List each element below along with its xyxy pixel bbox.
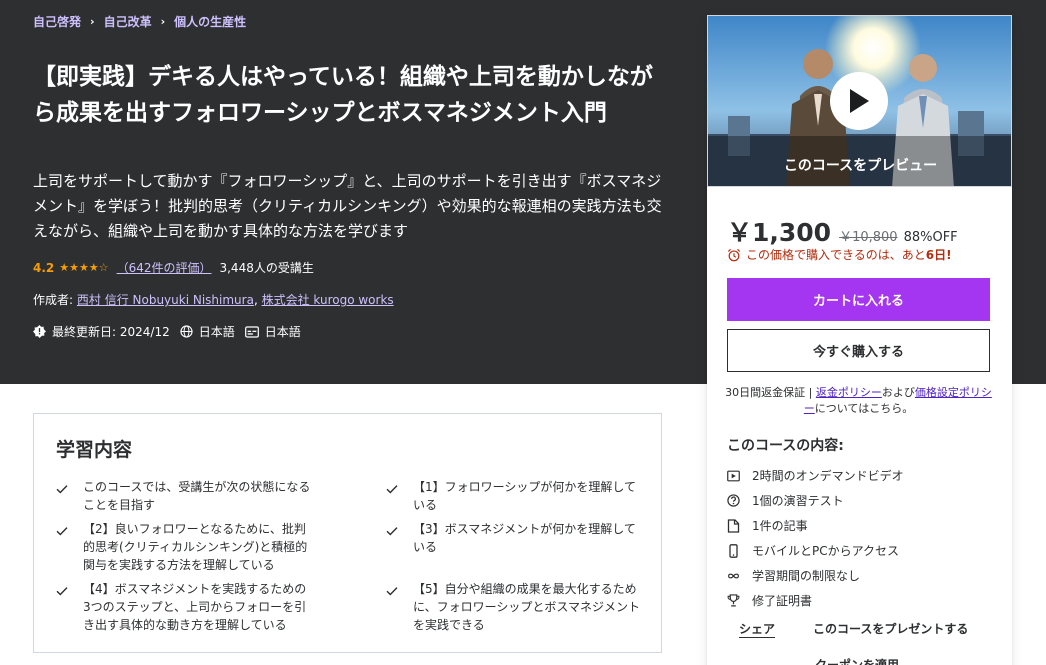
learn-item: 【2】良いフォロワーとなるために、批判的思考(クリティカルシンキング)と積極的関… — [56, 520, 311, 574]
preview-label: このコースをプレビュー — [783, 158, 938, 174]
includes-item-label: 学習期間の制限なし — [752, 569, 861, 583]
breadcrumb: 自己啓発 › 自己改革 › 個人の生産性 — [33, 13, 246, 30]
course-captions: 日本語 — [244, 323, 301, 340]
language-text: 日本語 — [198, 325, 235, 339]
check-icon — [56, 523, 69, 574]
infinity-icon — [728, 573, 739, 578]
check-icon — [386, 583, 399, 634]
student-count: 3,448人の受講生 — [219, 261, 314, 275]
author-link-nishimura[interactable]: 西村 信行 Nobuyuki Nishimura — [77, 293, 254, 307]
mobile-icon — [729, 543, 738, 558]
course-title: 【即実践】デキる人はやっている！組織や上司を動かしながら成果を出すフォロワーシッ… — [33, 64, 653, 126]
countdown-text: この価格で購入できるのは、あと — [746, 248, 926, 262]
discount-percent: 88%OFF — [903, 230, 958, 245]
purchase-card: このコースをプレビュー ￥1,300 ￥10,800 88%OFF この価格で購… — [707, 15, 1012, 665]
includes-item: 1個の演習テスト — [727, 488, 904, 513]
add-to-cart-button[interactable]: カートに入れる — [727, 278, 990, 321]
includes-item: 1件の記事 — [727, 513, 904, 538]
last-updated-text: 最終更新日: 2024/12 — [52, 325, 170, 339]
learn-item-text: 【2】良いフォロワーとなるために、批判的思考(クリティカルシンキング)と積極的関… — [83, 522, 308, 572]
includes-title: このコースの内容: — [727, 438, 844, 454]
play-button[interactable] — [830, 72, 888, 130]
guarantee-prefix: 30日間返金保証 | — [725, 386, 813, 399]
breadcrumb-item-self-improvement[interactable]: 自己改革 — [104, 13, 152, 30]
course-meta: 最終更新日: 2024/12 日本語 日本語 — [33, 323, 311, 340]
course-language: 日本語 — [180, 323, 235, 340]
includes-item: 2時間のオンデマンドビデオ — [727, 463, 904, 488]
learn-item-text: 【3】ボスマネジメントが何かを理解している — [413, 522, 636, 554]
includes-item-label: モバイルとPCからアクセス — [752, 544, 900, 558]
share-link[interactable]: シェア — [739, 620, 775, 637]
author-link-kurogo[interactable]: 株式会社 kurogo works — [262, 293, 394, 307]
course-authors: 作成者: 西村 信行 Nobuyuki Nishimura, 株式会社 kuro… — [33, 293, 394, 307]
chevron-right-icon: › — [90, 15, 95, 28]
learn-item-text: 【1】フォロワーシップが何かを理解している — [413, 480, 637, 512]
course-subtitle: 上司をサポートして動かす『フォロワーシップ』と、上司のサポートを引き出す『ボスマ… — [33, 172, 662, 240]
includes-list: 2時間のオンデマンドビデオ 1個の演習テスト 1件の記事 モバイルとPCからアク… — [727, 463, 904, 613]
breadcrumb-item-self-development[interactable]: 自己啓発 — [33, 13, 81, 30]
rating-summary: 4.2 ★★★★☆ （642件の評価） 3,448人の受講生 — [33, 259, 314, 276]
learn-item-text: 【4】ボスマネジメントを実践するための3つのステップと、上司からフォローを引き出… — [83, 582, 307, 632]
captions-text: 日本語 — [264, 325, 301, 339]
includes-item-label: 2時間のオンデマンドビデオ — [752, 469, 904, 483]
learn-item: 【3】ボスマネジメントが何かを理解している — [386, 520, 641, 556]
file-icon — [727, 518, 740, 533]
play-icon — [850, 89, 869, 113]
learn-item: 【5】自分や組織の成果を最大化するために、フォロワーシップとボスマネジメントを実… — [386, 580, 641, 634]
check-icon — [56, 583, 69, 634]
countdown-days: 6日! — [925, 248, 952, 262]
gift-course-link[interactable]: このコースをプレゼントする — [813, 620, 968, 637]
and-text: および — [881, 386, 915, 399]
learn-title: 学習内容 — [56, 439, 133, 461]
check-icon — [56, 481, 69, 514]
check-icon — [386, 523, 399, 556]
what-you-will-learn: 学習内容 このコースでは、受講生が次の状態になることを目指す 【1】フォロワーシ… — [33, 413, 662, 653]
chevron-right-icon: › — [160, 15, 166, 28]
money-back-guarantee: 30日間返金保証 | 返金ポリシーおよび価格設定ポリシーについてはこちら。 — [721, 385, 996, 417]
learn-item: このコースでは、受講生が次の状態になることを目指す — [56, 478, 311, 514]
includes-item-label: 1個の演習テスト — [752, 494, 844, 508]
captions-icon — [244, 325, 259, 338]
check-icon — [386, 481, 399, 514]
star-rating-icon: ★★★★☆ — [59, 261, 109, 274]
buy-now-button[interactable]: 今すぐ購入する — [727, 329, 990, 372]
includes-item: モバイルとPCからアクセス — [727, 538, 904, 563]
last-updated: 最終更新日: 2024/12 — [33, 323, 170, 340]
learn-item: 【4】ボスマネジメントを実践するための3つのステップと、上司からフォローを引き出… — [56, 580, 311, 634]
quiz-icon — [727, 494, 740, 507]
learn-item-text: このコースでは、受講生が次の状態になることを目指す — [83, 480, 311, 512]
guarantee-suffix: についてはこちら。 — [814, 402, 914, 415]
alert-badge-icon — [33, 325, 46, 338]
includes-item: 修了証明書 — [727, 588, 904, 613]
rating-count-link[interactable]: （642件の評価） — [117, 259, 212, 276]
breadcrumb-item-productivity[interactable]: 個人の生産性 — [174, 13, 246, 30]
discount-countdown: この価格で購入できるのは、あと 6日! — [727, 246, 952, 263]
trophy-icon — [727, 594, 740, 607]
current-price: ￥1,300 — [727, 218, 832, 247]
globe-icon — [180, 325, 193, 338]
includes-item-label: 修了証明書 — [752, 594, 813, 608]
includes-item: 学習期間の制限なし — [727, 563, 904, 588]
alarm-clock-icon — [727, 248, 741, 261]
rating-value: 4.2 — [33, 260, 55, 275]
includes-item-label: 1件の記事 — [752, 519, 808, 533]
learn-item-text: 【5】自分や組織の成果を最大化するために、フォロワーシップとボスマネジメントを実… — [413, 582, 641, 632]
card-actions: シェア このコースをプレゼントする — [739, 620, 968, 637]
refund-policy-link[interactable]: 返金ポリシー — [816, 386, 882, 399]
authors-label: 作成者: — [33, 293, 74, 307]
video-icon — [727, 470, 740, 481]
original-price: ￥10,800 — [839, 230, 898, 245]
apply-coupon-link[interactable]: クーポンを適用 — [815, 656, 899, 665]
price-row: ￥1,300 ￥10,800 88%OFF — [727, 213, 958, 249]
learn-item: 【1】フォロワーシップが何かを理解している — [386, 478, 641, 514]
course-preview[interactable]: このコースをプレビュー — [707, 15, 1012, 187]
